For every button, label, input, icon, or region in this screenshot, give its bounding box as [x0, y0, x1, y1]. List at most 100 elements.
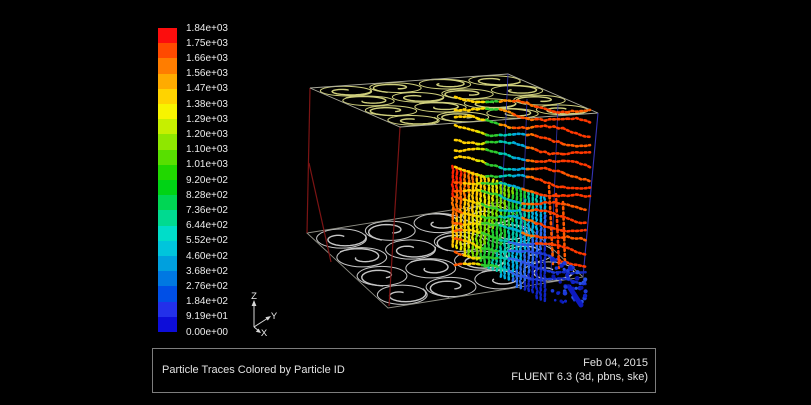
- particle-dot: [554, 299, 557, 302]
- particle-dot: [521, 263, 522, 265]
- colorbar-swatch: [158, 150, 177, 165]
- particle-dot: [532, 212, 533, 214]
- particle-dot: [493, 180, 494, 182]
- particle-dot: [501, 242, 502, 244]
- particle-dot: [568, 266, 573, 271]
- colorbar-swatch: [158, 104, 177, 119]
- caption-title: Particle Traces Colored by Particle ID: [162, 364, 345, 376]
- particle-dot: [516, 206, 517, 208]
- trace-row-segment: [455, 116, 478, 119]
- trace-row-segment: [563, 230, 586, 231]
- particle-dot: [545, 216, 546, 218]
- colorbar-swatch: [158, 89, 177, 104]
- trace-row-segment: [514, 175, 528, 177]
- trace-row-segment: [482, 183, 500, 184]
- particle-dot: [492, 230, 493, 232]
- particle-dot: [528, 247, 529, 249]
- particle-dot: [456, 246, 457, 248]
- colorbar-label: 9.19e+01: [186, 311, 228, 322]
- particle-dot: [544, 197, 545, 199]
- particle-dot: [468, 204, 469, 206]
- colorbar-label: 7.36e+02: [186, 205, 228, 216]
- trace-row-segment: [455, 223, 464, 225]
- trace-row-segment: [523, 204, 537, 205]
- particle-dot: [456, 204, 457, 206]
- trace-row-segment: [478, 132, 487, 135]
- particle-dot: [472, 210, 473, 212]
- particle-dot: [528, 224, 529, 226]
- x-axis-label: X: [261, 328, 268, 339]
- trace-row-segment: [487, 135, 501, 136]
- trace-row-segment: [527, 160, 536, 161]
- particle-streak: [549, 186, 553, 264]
- trace-row-segment: [536, 136, 563, 144]
- particle-dot: [468, 227, 469, 229]
- colorbar-swatch: [158, 119, 177, 134]
- colorbar-label: 1.84e+03: [186, 23, 228, 34]
- trace-row-segment: [527, 177, 536, 179]
- particle-dot: [537, 250, 538, 252]
- particle-dot: [508, 263, 509, 265]
- particle-dot: [464, 207, 465, 209]
- colorbar-label: 1.01e+03: [186, 159, 228, 170]
- colorbar-swatch: [158, 74, 177, 89]
- trace-row-segment: [455, 230, 464, 231]
- trace-row-segment: [500, 154, 514, 158]
- caption-date: Feb 04, 2015: [511, 357, 648, 371]
- colorbar-swatch: [158, 58, 177, 73]
- trace-row-segment: [514, 168, 528, 169]
- particle-dot: [472, 177, 473, 179]
- particle-dot: [504, 243, 505, 245]
- particle-dot: [528, 275, 529, 277]
- particle-dot: [480, 199, 481, 201]
- trace-row-segment: [455, 125, 478, 131]
- trace-row-segment: [500, 216, 509, 218]
- box-edge-maroon: [389, 127, 400, 306]
- trace-row-segment: [514, 127, 528, 128]
- trace-row-segment: [536, 119, 568, 121]
- particle-dot: [456, 232, 457, 234]
- colorbar-swatch: [158, 43, 177, 58]
- particle-dot: [488, 229, 489, 231]
- trace-row-segment: [455, 183, 464, 184]
- trace-row-segment: [478, 161, 487, 164]
- particle-dot: [582, 283, 585, 286]
- trace-row-segment: [455, 149, 478, 152]
- caption-right: Feb 04, 2015 FLUENT 6.3 (3d, pbns, ske): [511, 357, 648, 384]
- trace-row-segment: [464, 190, 478, 191]
- particle-dot: [497, 227, 498, 229]
- scene-3d[interactable]: ZYX: [0, 0, 811, 405]
- particle-dot: [575, 287, 578, 290]
- vortex-spiral: [344, 95, 391, 104]
- particle-dot: [540, 256, 541, 258]
- particle-dot: [524, 241, 525, 243]
- trace-row-segment: [523, 244, 537, 245]
- trace-row-segment: [500, 142, 514, 144]
- particle-dot: [464, 179, 465, 181]
- particle-dot: [477, 234, 478, 236]
- particle-dot: [484, 214, 485, 216]
- trace-row-segment: [487, 142, 501, 143]
- particle-dot: [536, 218, 537, 220]
- trace-row-segment: [563, 187, 590, 189]
- colorbar-swatch: [158, 226, 177, 241]
- particle-dot: [469, 194, 470, 196]
- trace-row-segment: [500, 109, 514, 114]
- particle-dot: [504, 271, 505, 273]
- colorbar-swatch: [158, 28, 177, 43]
- colorbar-label: 1.10e+03: [186, 144, 228, 155]
- trace-row-segment: [482, 257, 500, 258]
- trace-row-segment: [478, 149, 487, 150]
- particle-dot: [480, 208, 481, 210]
- vortex-spiral: [392, 242, 442, 259]
- particle-dot: [476, 211, 477, 213]
- particle-dot: [559, 280, 562, 283]
- colorbar-label: 1.29e+03: [186, 114, 228, 125]
- colorbar-swatch: [158, 256, 177, 271]
- colorbar-label: 1.38e+03: [186, 99, 228, 110]
- trace-row-segment: [478, 119, 487, 120]
- particle-dot: [536, 259, 537, 261]
- particle-dot: [575, 276, 580, 281]
- caption-version: FLUENT 6.3 (3d, pbns, ske): [511, 371, 648, 385]
- particle-dot: [571, 280, 575, 284]
